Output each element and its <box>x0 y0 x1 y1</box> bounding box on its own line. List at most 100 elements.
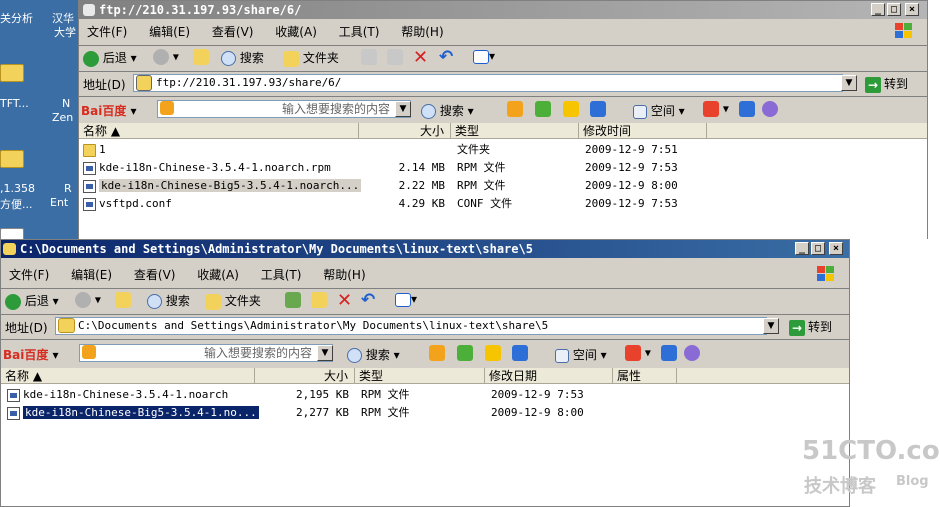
go-button[interactable]: → 转到 <box>865 75 908 93</box>
baidu-space-button[interactable]: 空间 ▾ <box>633 102 685 119</box>
table-row[interactable]: kde-i18n-Chinese-Big5-3.5.4-1.noarch... 2… <box>79 177 927 195</box>
desktop-folder-icon[interactable] <box>0 64 24 82</box>
desktop: 关分析 汉华 大学 TFT... N Zen ,1.358 R 方便... En… <box>0 0 78 240</box>
table-row[interactable]: kde-i18n-Chinese-3.5.4-1.noarch.rpm 2.14 … <box>79 159 927 177</box>
file-name: kde-i18n-Chinese-Big5-3.5.4-1.no... <box>23 406 259 419</box>
column-modified[interactable]: 修改日期 <box>485 368 613 384</box>
forward-button[interactable]: ▾ <box>75 292 101 308</box>
baidu-tool-icons[interactable] <box>429 345 529 361</box>
file-name: kde-i18n-Chinese-3.5.4-1.noarch.rpm <box>99 161 331 174</box>
file-name-cell[interactable]: vsftpd.conf <box>83 195 172 213</box>
column-attributes[interactable]: 属性 <box>613 368 677 384</box>
local-window-titlebar[interactable]: C:\Documents and Settings\Administrator\… <box>1 240 849 258</box>
column-filler <box>707 123 927 139</box>
table-row[interactable]: kde-i18n-Chinese-3.5.4-1.noarch 2,195 KB R… <box>1 386 849 404</box>
close-button[interactable]: × <box>905 3 919 16</box>
menu-tools[interactable]: 工具(T) <box>261 264 302 286</box>
delete-button[interactable]: ✕ <box>337 290 352 311</box>
baidu-tool-icons[interactable] <box>507 101 607 117</box>
file-name-cell[interactable]: kde-i18n-Chinese-Big5-3.5.4-1.noarch... <box>83 177 362 195</box>
file-name-cell[interactable]: kde-i18n-Chinese-3.5.4-1.noarch <box>7 386 228 404</box>
maximize-button[interactable]: □ <box>811 242 825 255</box>
windows-logo-icon <box>817 266 834 281</box>
file-name-cell[interactable]: kde-i18n-Chinese-3.5.4-1.noarch.rpm <box>83 159 331 177</box>
table-row[interactable]: vsftpd.conf 4.29 KB CONF 文件 2009-12-9 7:53 <box>79 195 927 213</box>
move-to-icon <box>285 292 301 308</box>
file-type-cell: RPM 文件 <box>457 161 506 174</box>
desktop-folder-icon[interactable] <box>0 150 24 168</box>
file-date-cell: 2009-12-9 7:53 <box>585 197 678 210</box>
address-dropdown[interactable]: ▼ <box>841 75 857 91</box>
menu-edit[interactable]: 编辑(E) <box>149 21 190 43</box>
magnifier-icon <box>347 348 362 363</box>
menu-help[interactable]: 帮助(H) <box>401 21 443 43</box>
undo-button[interactable]: ↶ <box>361 290 375 310</box>
ftp-window-titlebar[interactable]: ftp://210.31.197.93/share/6/ _ □ × <box>79 1 927 19</box>
column-name[interactable]: 名称 ▲ <box>79 123 359 139</box>
ftp-explorer-window: ftp://210.31.197.93/share/6/ _ □ × 文件(F)… <box>78 0 928 240</box>
folders-button[interactable]: 文件夹 <box>205 292 261 310</box>
ftp-rows: 1 文件夹 2009-12-9 7:51 kde-i18n-Chinese-3.5.4… <box>79 141 927 211</box>
baidu-search-input[interactable]: 输入想要搜索的内容 <box>79 344 333 362</box>
views-button[interactable]: ▾ <box>395 292 417 307</box>
baidu-extra-icons[interactable]: ▾ <box>625 345 701 361</box>
baidu-search-dropdown[interactable]: ▼ <box>395 101 411 117</box>
back-button[interactable]: 后退 ▾ <box>83 49 137 67</box>
column-name[interactable]: 名称 ▲ <box>1 368 255 384</box>
menu-favorites[interactable]: 收藏(A) <box>275 21 317 43</box>
menu-view[interactable]: 查看(V) <box>134 264 176 286</box>
copy-to-button[interactable] <box>311 292 327 308</box>
up-folder-button[interactable] <box>115 292 131 308</box>
up-folder-button[interactable] <box>193 49 209 65</box>
column-type[interactable]: 类型 <box>355 368 485 384</box>
back-label: 后退 <box>102 51 127 65</box>
views-button[interactable]: ▾ <box>473 49 495 64</box>
menu-help[interactable]: 帮助(H) <box>323 264 365 286</box>
maximize-button[interactable]: □ <box>887 3 901 16</box>
address-input[interactable]: C:\Documents and Settings\Administrator\… <box>55 317 767 335</box>
baidu-space-button[interactable]: 空间 ▾ <box>555 346 607 363</box>
move-to-button[interactable] <box>285 292 301 308</box>
menu-file[interactable]: 文件(F) <box>9 264 49 286</box>
file-icon <box>83 161 96 175</box>
menu-favorites[interactable]: 收藏(A) <box>197 264 239 286</box>
minimize-button[interactable]: _ <box>795 242 809 255</box>
column-size[interactable]: 大小 <box>359 123 451 139</box>
address-input[interactable]: ftp://210.31.197.93/share/6/ <box>133 74 843 92</box>
delete-button[interactable]: ✕ <box>413 47 428 68</box>
file-name-cell[interactable]: 1 <box>83 141 106 159</box>
copy-to-button[interactable] <box>387 49 403 65</box>
baidu-logo[interactable]: Bai百度 ▾ <box>3 346 59 363</box>
table-row[interactable]: kde-i18n-Chinese-Big5-3.5.4-1.no... 2,277… <box>1 404 849 422</box>
baidu-extra-icons[interactable]: ▾ <box>703 101 779 117</box>
back-button[interactable]: 后退 ▾ <box>5 292 59 310</box>
folders-button[interactable]: 文件夹 <box>283 49 339 67</box>
menu-tools[interactable]: 工具(T) <box>339 21 380 43</box>
baidu-logo[interactable]: Bai百度 ▾ <box>81 102 137 119</box>
gear-icon <box>762 101 779 117</box>
go-label: 转到 <box>808 320 833 334</box>
ftp-file-list: 名称 ▲ 大小 类型 修改时间 1 文件夹 2009-12-9 7:51 kde-i1… <box>79 123 927 239</box>
column-modified[interactable]: 修改时间 <box>579 123 707 139</box>
baidu-search-input[interactable]: 输入想要搜索的内容 <box>157 100 411 118</box>
address-dropdown[interactable]: ▼ <box>763 318 779 334</box>
file-name-cell[interactable]: kde-i18n-Chinese-Big5-3.5.4-1.no... <box>7 404 259 422</box>
menu-edit[interactable]: 编辑(E) <box>71 264 112 286</box>
menu-view[interactable]: 查看(V) <box>212 21 254 43</box>
column-type[interactable]: 类型 <box>451 123 579 139</box>
search-button[interactable]: 搜索 <box>147 292 190 309</box>
menu-file[interactable]: 文件(F) <box>87 21 127 43</box>
search-button[interactable]: 搜索 <box>221 49 264 66</box>
forward-button[interactable]: ▾ <box>153 49 179 65</box>
table-row[interactable]: 1 文件夹 2009-12-9 7:51 <box>79 141 927 159</box>
baidu-search-dropdown[interactable]: ▼ <box>317 345 333 361</box>
undo-button[interactable]: ↶ <box>439 47 453 67</box>
go-button[interactable]: → 转到 <box>789 318 832 336</box>
baidu-search-button[interactable]: 搜索 ▾ <box>347 346 400 363</box>
baidu-search-button[interactable]: 搜索 ▾ <box>421 102 474 119</box>
column-size[interactable]: 大小 <box>255 368 355 384</box>
baidu-search-label: 搜索 <box>365 348 390 362</box>
move-to-button[interactable] <box>361 49 377 65</box>
minimize-button[interactable]: _ <box>871 3 885 16</box>
close-button[interactable]: × <box>829 242 843 255</box>
